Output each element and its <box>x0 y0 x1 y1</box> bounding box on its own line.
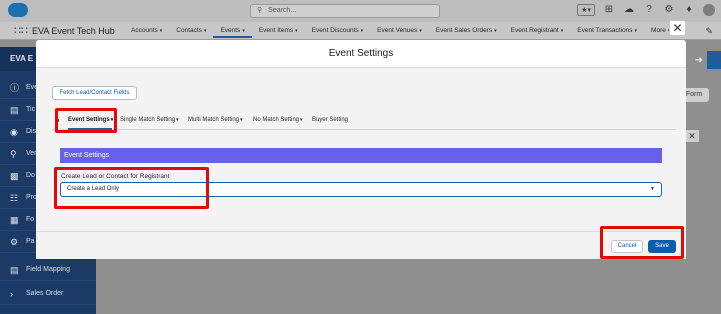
nav-tab-accounts[interactable]: Accounts ▾ <box>124 26 169 38</box>
setup-assistant-icon[interactable]: ☁ <box>623 4 635 16</box>
help-icon[interactable]: ? <box>643 4 655 16</box>
sidebar-item-field-mapping[interactable]: ▤ Field Mapping <box>0 259 96 281</box>
form-icon: ▦ <box>10 215 19 225</box>
gear-icon[interactable]: ⚙ <box>663 4 675 16</box>
chevron-right-icon: › <box>10 289 13 299</box>
tab-single-match-setting[interactable]: Single Match Setting▾ <box>120 117 179 123</box>
search-placeholder: Search... <box>268 7 297 14</box>
salesforce-logo-icon[interactable] <box>8 3 28 17</box>
nav-tab-event-discounts[interactable]: Event Discounts ▾ <box>305 26 370 38</box>
settings-tabs: ◂ Event Settings▾ Single Match Setting▾ … <box>52 114 676 130</box>
modal-close-icon[interactable]: ✕ <box>669 20 686 36</box>
header-actions: ★▾ ⊞ ☁ ? ⚙ ♦ <box>577 4 715 16</box>
avatar[interactable] <box>703 4 715 16</box>
tab-buyer-setting[interactable]: Buyer Setting <box>312 117 348 123</box>
app-navbar: ∷∷ EVA Event Tech Hub Accounts ▾ Contacts… <box>0 22 721 40</box>
discount-icon: ◉ <box>10 127 18 137</box>
callout-create-lead-field <box>54 167 209 209</box>
utility-panel-icon[interactable] <box>707 51 721 69</box>
nav-tab-event-registrant[interactable]: Event Registrant ▾ <box>504 26 571 38</box>
panel-close-icon[interactable]: ✕ <box>685 130 699 142</box>
nav-tabs: Accounts ▾ Contacts ▾ Events ▾ Event Items ▾… <box>124 26 677 38</box>
search-icon: ⚲ <box>257 7 263 14</box>
tab-multi-match-setting[interactable]: Multi Match Setting▾ <box>188 117 243 123</box>
global-search-input[interactable]: ⚲ Search... <box>250 4 440 18</box>
nav-tab-event-items[interactable]: Event Items ▾ <box>252 26 305 38</box>
modal-title: Event Settings <box>36 40 686 68</box>
notification-bell-icon[interactable]: ♦ <box>683 4 695 16</box>
section-header: Event Settings <box>60 148 662 163</box>
global-header: ⚲ Search... ★▾ ⊞ ☁ ? ⚙ ♦ <box>0 0 721 22</box>
app-launcher-icon[interactable]: ∷∷ <box>14 25 28 37</box>
sidebar-item-sales-order[interactable]: › Sales Order <box>0 283 96 305</box>
ticket-icon: ▤ <box>10 105 19 115</box>
nav-tab-contacts[interactable]: Contacts ▾ <box>169 26 213 38</box>
add-icon[interactable]: ⊞ <box>603 4 615 16</box>
gear-icon: ⚙ <box>10 237 19 247</box>
callout-save-cancel <box>600 226 684 259</box>
event-settings-modal: Event Settings Fetch Lead/Contact Fields… <box>36 40 686 259</box>
favorites-icon[interactable]: ★▾ <box>577 4 595 16</box>
mapping-icon: ▤ <box>10 265 19 275</box>
nav-tab-event-venues[interactable]: Event Venues ▾ <box>370 26 429 38</box>
fetch-lead-contact-fields-button[interactable]: Fetch Lead/Contact Fields <box>52 86 137 100</box>
app-name: EVA Event Tech Hub <box>32 26 115 36</box>
nav-tab-events[interactable]: Events ▾ <box>213 26 252 38</box>
callout-event-settings-tab <box>55 108 117 133</box>
tab-no-match-setting[interactable]: No Match Setting▾ <box>253 117 303 123</box>
chevron-down-icon: ▼ <box>650 186 655 192</box>
barcode-icon: ☷ <box>10 193 19 203</box>
modal-footer: Cancel Save <box>36 231 686 259</box>
edit-nav-pencil-icon[interactable]: ✎ <box>705 26 713 37</box>
logout-icon[interactable]: ➜ <box>695 55 703 66</box>
document-icon: ▩ <box>10 171 19 181</box>
location-icon: ⚲ <box>10 149 17 159</box>
info-icon: ⓘ <box>10 83 20 93</box>
nav-tab-event-sales-orders[interactable]: Event Sales Orders ▾ <box>429 26 504 38</box>
nav-tab-event-transactions[interactable]: Event Transactions ▾ <box>570 26 644 38</box>
